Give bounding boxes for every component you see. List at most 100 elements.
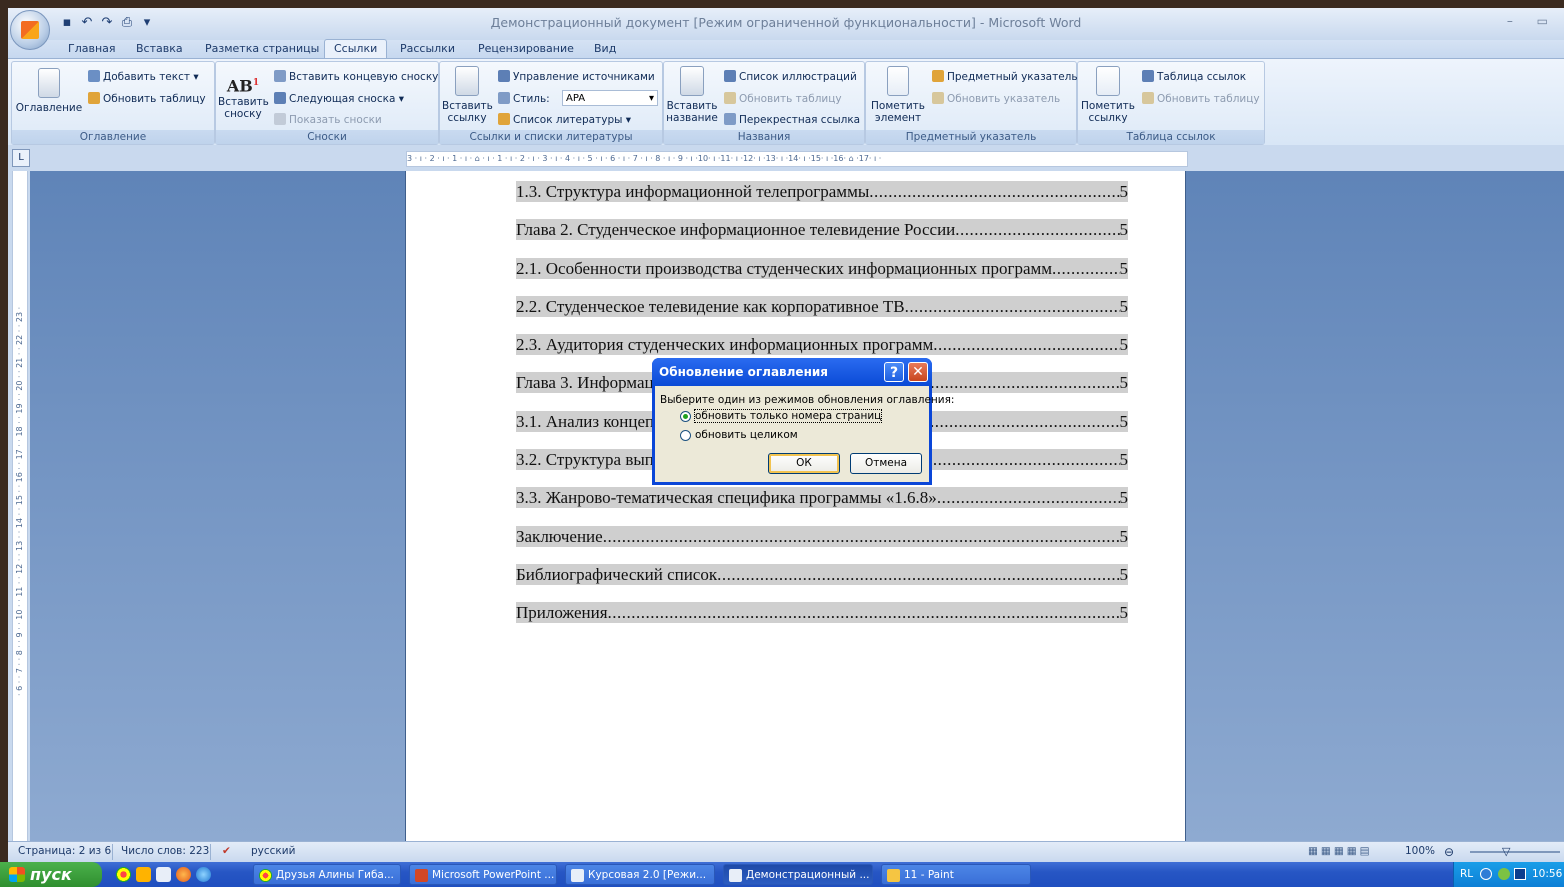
tab-references[interactable]: Ссылки [324,39,388,59]
view-buttons[interactable]: ▦▦▦▦▤ [1308,845,1373,857]
status-divider [210,844,211,860]
network-icon[interactable] [1480,868,1492,880]
ribbon-tabs: Главная Вставка Разметка страницы Ссылки… [8,39,1564,59]
tab-review[interactable]: Рецензирование [478,40,574,58]
browser-icon[interactable] [196,867,211,882]
toc-entry[interactable]: Библиографический список................… [516,563,1128,585]
zoom-slider[interactable] [1470,851,1560,853]
tab-page-layout[interactable]: Разметка страницы [205,40,319,58]
update-toc-dialog: Обновление оглавления ? ✕ Выберите один … [652,358,954,485]
window-controls[interactable]: – ▭ [1507,14,1558,28]
toc-leader: ........................................… [936,488,1120,508]
word-window: ▪ ↶ ↷ ⎙ ▾ Демонстрационный документ [Реж… [0,0,1564,887]
insert-footnote-button[interactable]: AB1 Вставить сноску [218,70,269,120]
update-icon [932,92,944,104]
update-toa-button[interactable]: Обновить таблицу [1142,92,1260,105]
toc-entry[interactable]: 1.3. Структура информационной телепрогра… [516,181,1128,202]
label-update-page-numbers[interactable]: обновить только номера страниц [693,409,883,423]
chrome-icon[interactable] [116,867,131,882]
tray-monitor-icon[interactable] [1514,868,1526,880]
style-select[interactable]: APA ▾ [562,90,658,106]
taskbar-chrome[interactable]: Друзья Алины Гиба... [253,864,401,885]
ruler-row: L 3 · ı · 2 · ı · 1 · ı · ⌂ · ı · 1 · ı … [8,145,1564,171]
toc-leader: ........................................… [869,182,1120,201]
tab-insert[interactable]: Вставка [136,40,183,58]
mail-icon[interactable] [136,867,151,882]
office-button[interactable] [10,10,50,50]
toc-entry[interactable]: 2.2. Студенческое телевидение как корпор… [516,295,1128,317]
toc-button[interactable]: Оглавление [14,68,84,114]
toc-entry[interactable]: 2.1. Особенности производства студенческ… [516,257,1128,279]
toc-entry[interactable]: Приложения..............................… [516,602,1128,624]
taskbar-kursovaya[interactable]: Курсовая 2.0 [Режи... [565,864,715,885]
show-notes-button[interactable]: Показать сноски [274,113,382,126]
zoom-level[interactable]: 100% [1405,845,1435,857]
insert-citation-button[interactable]: Вставить ссылку [442,66,493,124]
taskbar-paint[interactable]: 11 - Paint [881,864,1031,885]
word-quicklaunch-icon[interactable] [156,867,171,882]
close-icon[interactable]: ✕ [908,362,928,382]
windows-flag-icon [9,867,25,882]
language-indicator[interactable]: русский [251,845,295,857]
update-index-button[interactable]: Обновить указатель [932,92,1060,105]
update-figures-button[interactable]: Обновить таблицу [724,92,842,105]
tray-app-icon[interactable] [1498,868,1510,880]
zoom-out-icon[interactable]: ⊖ [1444,845,1454,859]
taskbar-demo-doc[interactable]: Демонстрационный ... [723,864,873,885]
group-captions-label: Названия [664,130,864,144]
chrome-icon [259,869,272,882]
mark-entry-icon [887,66,909,96]
insert-index-button[interactable]: Предметный указатель [932,70,1078,83]
style-icon [498,92,510,104]
ok-button[interactable]: ОК [768,453,840,474]
language-bar[interactable]: RL [1460,862,1473,887]
update-table-icon [88,92,100,104]
cross-reference-button[interactable]: Перекрестная ссылка [724,113,860,126]
insert-endnote-button[interactable]: Вставить концевую сноску [274,70,438,83]
update-toc-button[interactable]: Обновить таблицу [88,92,206,105]
radio-update-page-numbers[interactable] [680,411,691,422]
proofing-icon[interactable]: ✔ [222,845,231,857]
mark-entry-button[interactable]: Пометить элемент [868,66,928,124]
group-toa: Пометить ссылку Таблица ссылок Обновить … [1077,61,1265,145]
cancel-button[interactable]: Отмена [850,453,922,474]
mark-citation-button[interactable]: Пометить ссылку [1080,66,1136,124]
endnote-icon [274,70,286,82]
group-footnotes: AB1 Вставить сноску Вставить концевую сн… [215,61,439,145]
table-of-figures-button[interactable]: Список иллюстраций [724,70,857,83]
tab-mailings[interactable]: Рассылки [400,40,455,58]
tab-selector[interactable]: L [12,149,30,167]
tab-view[interactable]: Вид [594,40,616,58]
radio-update-entire[interactable] [680,430,691,441]
next-footnote-button[interactable]: Следующая сноска ▾ [274,92,404,105]
word-count[interactable]: Число слов: 223 [121,845,209,857]
taskbar-powerpoint[interactable]: Microsoft PowerPoint ... [409,864,557,885]
firefox-icon[interactable] [176,867,191,882]
zoom-thumb-icon[interactable]: ▽ [1502,845,1510,858]
toc-entry[interactable]: 3.3. Жанрово-тематическая специфика прог… [516,487,1128,509]
start-button[interactable]: пуск [0,862,102,887]
clock[interactable]: 10:56 [1532,862,1562,887]
document-page[interactable]: 1.3. Структура информационной телепрогра… [406,171,1185,841]
manage-sources-button[interactable]: Управление источниками [498,70,655,83]
vertical-ruler-numbers: · 6 · · 7 · · 8 · · 9 · · 10 · · 11 · · … [15,306,24,696]
toc-entry[interactable]: Заключение..............................… [516,525,1128,547]
vertical-ruler[interactable]: · 6 · · 7 · · 8 · · 9 · · 10 · · 11 · · … [8,171,30,841]
insert-toa-button[interactable]: Таблица ссылок [1142,70,1246,83]
toc-icon [38,68,60,98]
tab-home[interactable]: Главная [68,40,116,58]
help-icon[interactable]: ? [884,362,904,382]
group-toc: Оглавление Добавить текст ▾ Обновить таб… [11,61,215,145]
dialog-body: Выберите один из режимов обновления огла… [655,386,954,482]
page-indicator[interactable]: Страница: 2 из 6 [18,845,111,857]
add-text-button[interactable]: Добавить текст ▾ [88,70,199,83]
toc-entry[interactable]: Глава 2. Студенческое информационное тел… [516,219,1128,241]
bibliography-button[interactable]: Список литературы ▾ [498,113,631,126]
horizontal-ruler[interactable]: 3 · ı · 2 · ı · 1 · ı · ⌂ · ı · 1 · ı · … [406,151,1188,167]
toc-entry[interactable]: 2.3. Аудитория студенческих информационн… [516,334,1128,356]
next-footnote-icon [274,92,286,104]
label-update-entire[interactable]: обновить целиком [695,429,798,441]
powerpoint-icon [415,869,428,882]
insert-caption-button[interactable]: Вставить название [666,66,718,124]
toc-leader: ........................................… [1052,258,1119,278]
